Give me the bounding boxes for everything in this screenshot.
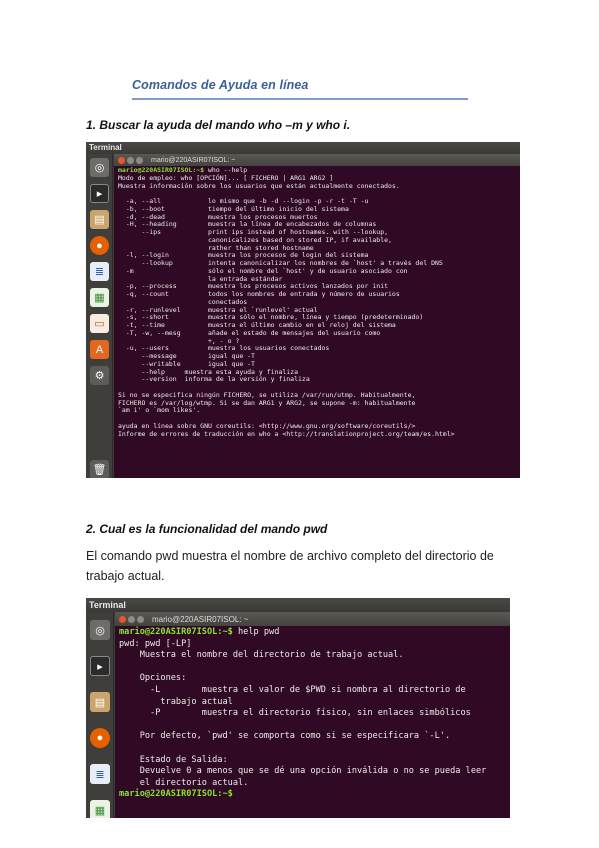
dash-icon[interactable]: ◎ bbox=[90, 620, 110, 640]
terminal-window: mario@220ASIR07ISOL: ~ mario@220ASIR07IS… bbox=[115, 612, 510, 818]
window-title: mario@220ASIR07ISOL: ~ bbox=[152, 614, 249, 624]
firefox-icon[interactable]: ● bbox=[90, 236, 109, 255]
header-rule bbox=[132, 98, 468, 100]
terminal-icon[interactable]: ▸ bbox=[90, 656, 110, 676]
writer-icon[interactable]: ≣ bbox=[90, 764, 110, 784]
window-title: mario@220ASIR07ISOL: ~ bbox=[151, 156, 236, 164]
output-line: Informe de errores de traducción en who … bbox=[118, 429, 455, 438]
terminal-content[interactable]: mario@220ASIR07ISOL:~$ who --help Modo d… bbox=[114, 166, 520, 439]
output-line: pwd: pwd [-LP] bbox=[119, 638, 192, 649]
output-line: -L muestra el valor de $PWD si nombra al… bbox=[150, 684, 466, 695]
output-line: Devuelve 0 a menos que se dé una opción … bbox=[139, 766, 487, 777]
maximize-icon[interactable] bbox=[137, 615, 144, 623]
terminal-content[interactable]: mario@220ASIR07ISOL:~$ help pwd pwd: pwd… bbox=[115, 626, 510, 802]
files-icon[interactable]: ▤ bbox=[90, 692, 110, 712]
settings-icon[interactable]: ⚙ bbox=[90, 366, 109, 385]
window-titlebar: mario@220ASIR07ISOL: ~ bbox=[114, 154, 520, 166]
terminal-screenshot-who-help: Terminal ◎ ▸ ▤ ● ≣ ▦ ▭ A ⚙ 🗑 mario@220AS… bbox=[86, 142, 520, 478]
output-line: Muestra información sobre los usuarios q… bbox=[118, 181, 400, 190]
software-center-icon[interactable]: A bbox=[90, 340, 109, 359]
output-line: `am i' o `mom likes'. bbox=[118, 406, 201, 415]
calc-icon[interactable]: ▦ bbox=[90, 800, 110, 818]
output-line: -P muestra el directorio físico, sin enl… bbox=[150, 708, 471, 719]
document-title: Comandos de Ayuda en línea bbox=[132, 78, 309, 92]
command-output: Modo de empleo: who [OPCIÓN]... [ FICHER… bbox=[118, 174, 455, 438]
terminal-window: mario@220ASIR07ISOL: ~ mario@220ASIR07IS… bbox=[114, 154, 520, 478]
writer-icon[interactable]: ≣ bbox=[90, 262, 109, 281]
prompt: mario@220ASIR07ISOL:~$ bbox=[119, 627, 233, 637]
output-line: --version informa de la versión y finali… bbox=[141, 375, 310, 384]
document-header: Comandos de Ayuda en línea bbox=[132, 78, 468, 100]
unity-launcher: ◎ ▸ ▤ ● ≣ ▦ bbox=[86, 612, 114, 818]
output-line: Estado de Salida: bbox=[139, 754, 228, 765]
command-output: pwd: pwd [-LP] Muestra el nombre del dir… bbox=[119, 639, 486, 788]
firefox-icon[interactable]: ● bbox=[90, 728, 110, 748]
maximize-icon[interactable] bbox=[136, 156, 143, 164]
close-icon[interactable] bbox=[118, 156, 125, 164]
output-line: Muestra el nombre del directorio de trab… bbox=[139, 650, 404, 661]
app-menu-bar: Terminal bbox=[86, 598, 510, 612]
terminal-icon[interactable]: ▸ bbox=[90, 184, 109, 203]
section-2-heading: 2. Cual es la funcionalidad del mando pw… bbox=[86, 522, 328, 536]
output-line: Opciones: bbox=[139, 673, 187, 684]
window-titlebar: mario@220ASIR07ISOL: ~ bbox=[115, 612, 510, 626]
files-icon[interactable]: ▤ bbox=[90, 210, 109, 229]
trash-icon[interactable]: 🗑 bbox=[90, 460, 109, 478]
final-prompt: mario@220ASIR07ISOL:~$ bbox=[119, 789, 233, 800]
app-menu-bar: Terminal bbox=[86, 142, 520, 154]
minimize-icon[interactable] bbox=[128, 615, 135, 623]
command-text: help pwd bbox=[232, 627, 280, 637]
close-icon[interactable] bbox=[119, 615, 126, 623]
output-line: trabajo actual bbox=[160, 696, 233, 707]
dash-icon[interactable]: ◎ bbox=[90, 158, 109, 177]
minimize-icon[interactable] bbox=[127, 156, 134, 164]
section-1-heading: 1. Buscar la ayuda del mando who –m y wh… bbox=[86, 118, 351, 132]
terminal-screenshot-help-pwd: Terminal ◎ ▸ ▤ ● ≣ ▦ mario@220ASIR07ISOL… bbox=[86, 598, 510, 818]
unity-launcher: ◎ ▸ ▤ ● ≣ ▦ ▭ A ⚙ 🗑 bbox=[86, 154, 113, 478]
impress-icon[interactable]: ▭ bbox=[90, 314, 109, 333]
calc-icon[interactable]: ▦ bbox=[90, 288, 109, 307]
output-line: el directorio actual. bbox=[119, 777, 249, 788]
section-2-paragraph: El comando pwd muestra el nombre de arch… bbox=[86, 549, 494, 583]
output-line: Por defecto, `pwd' se comporta como si s… bbox=[139, 731, 451, 742]
